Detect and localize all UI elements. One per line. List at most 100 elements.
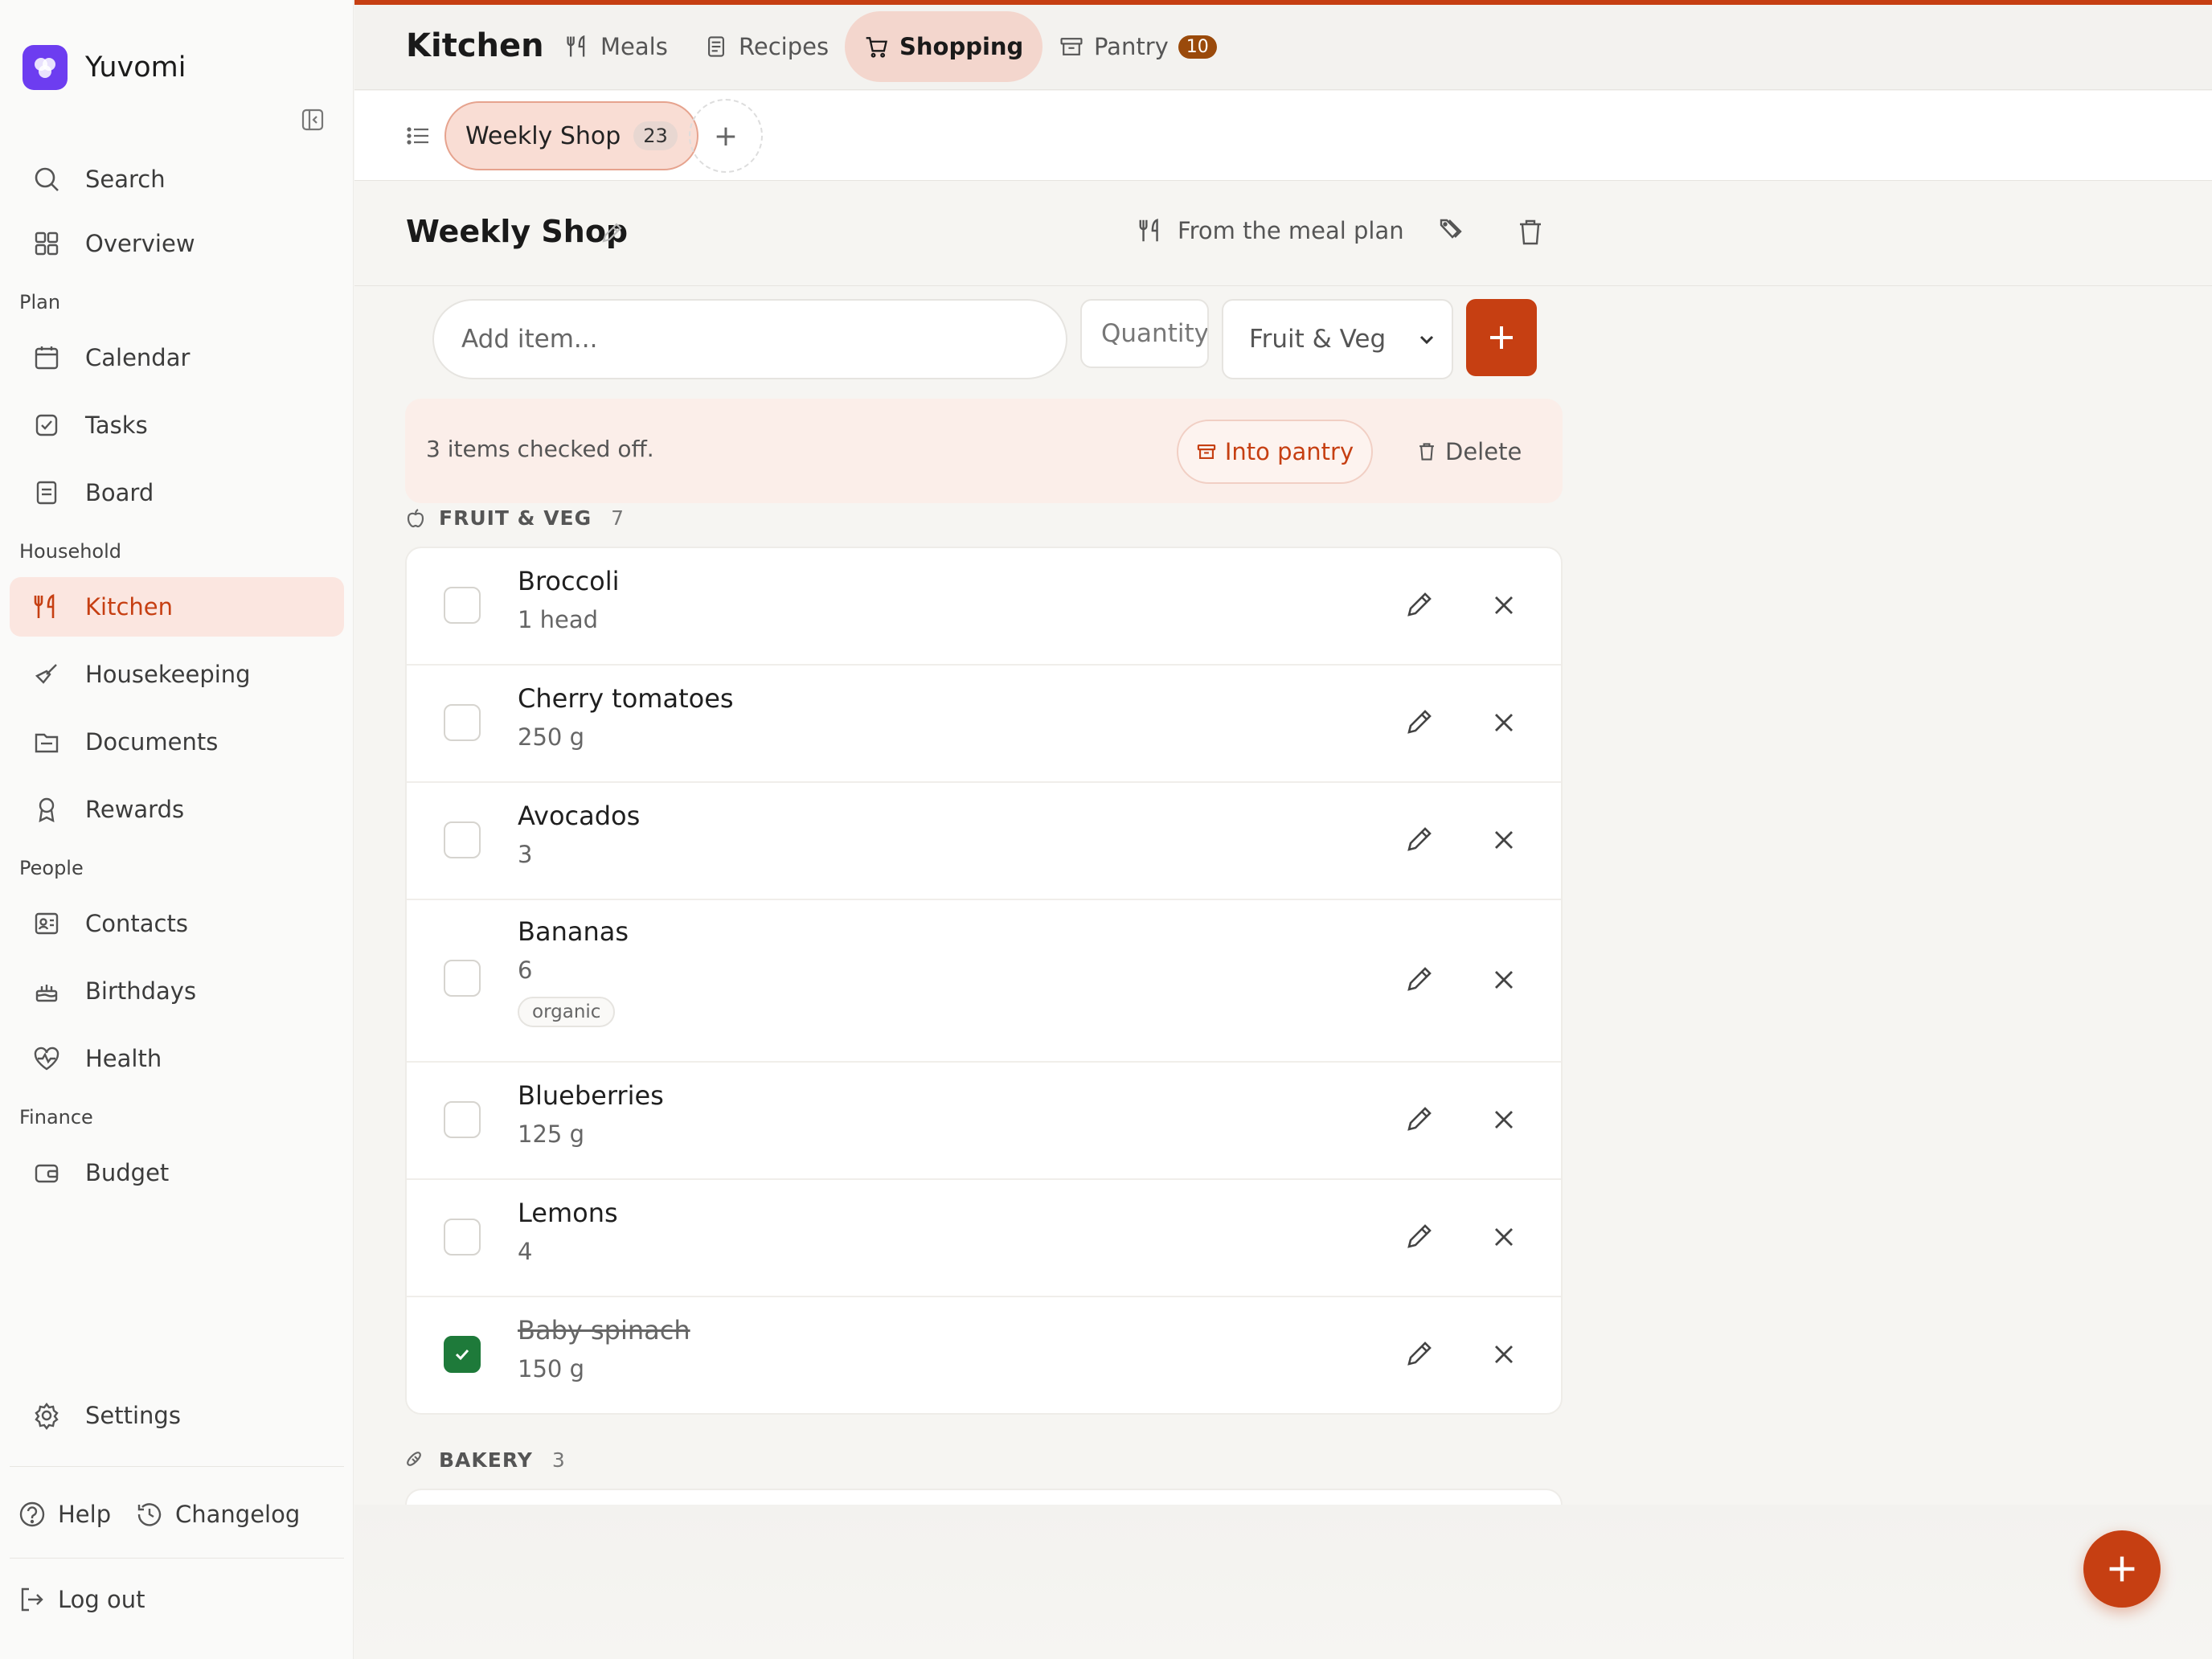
sidebar-item-label: Settings (85, 1402, 181, 1429)
tab-recipes[interactable]: Recipes (684, 11, 848, 82)
list-item[interactable]: Avocados 3 (407, 783, 1561, 900)
sidebar-item-health[interactable]: Health (10, 1029, 344, 1088)
list-title: Weekly Shop (406, 214, 629, 249)
category-select-value: Fruit & Veg (1249, 325, 1387, 354)
tab-pantry[interactable]: Pantry 10 (1039, 11, 1236, 82)
sidebar-item-label: Board (85, 479, 154, 506)
chevron-down-icon (1419, 335, 1434, 345)
sidebar-item-label: Rewards (85, 796, 185, 823)
item-checkbox[interactable] (444, 960, 481, 997)
trash-icon[interactable] (1515, 217, 1546, 248)
sidebar-item-label: Tasks (85, 412, 148, 439)
edit-pencil-icon[interactable] (1403, 1220, 1436, 1252)
sidebar-item-board[interactable]: Board (10, 463, 344, 522)
bakery-item-list (405, 1489, 1563, 1505)
list-item[interactable]: Broccoli 1 head (407, 548, 1561, 666)
edit-pencil-icon[interactable] (1403, 1103, 1436, 1135)
list-header: Weekly Shop From the meal plan (354, 182, 2212, 286)
edit-pencil-icon[interactable] (1403, 588, 1436, 621)
add-item-input[interactable]: Add item... (432, 299, 1067, 379)
category-count: 3 (551, 1448, 566, 1472)
sidebar-item-contacts[interactable]: Contacts (10, 894, 344, 953)
tab-shopping[interactable]: Shopping (845, 11, 1043, 82)
category-select[interactable]: Fruit & Veg (1222, 299, 1453, 379)
list-item[interactable]: Blueberries 125 g (407, 1063, 1561, 1180)
sidebar-divider (10, 1466, 344, 1467)
tab-label: Recipes (739, 33, 830, 60)
item-name: Blueberries (518, 1080, 664, 1111)
help-link[interactable]: Help (18, 1500, 111, 1529)
brand[interactable]: Yuvomi (23, 45, 186, 90)
item-checkbox[interactable] (444, 1101, 481, 1138)
edit-pencil-icon[interactable] (1403, 1337, 1436, 1370)
quantity-input[interactable]: Quantity (1080, 299, 1209, 368)
list-item[interactable]: Bananas 6 organic (407, 900, 1561, 1063)
tags-icon[interactable] (1438, 217, 1469, 248)
edit-pencil-icon[interactable] (1403, 706, 1436, 738)
tab-label: Pantry (1094, 33, 1169, 60)
award-icon (39, 797, 55, 823)
item-checkbox[interactable] (444, 1336, 481, 1373)
edit-pencil-icon[interactable] (1403, 963, 1436, 995)
sidebar-item-documents[interactable]: Documents (10, 712, 344, 772)
list-tab-weekly-shop[interactable]: Weekly Shop 23 (444, 101, 698, 170)
list-icon[interactable] (406, 123, 432, 149)
sidebar-item-settings[interactable]: Settings (10, 1386, 344, 1445)
remove-x-icon[interactable] (1490, 592, 1518, 619)
from-meal-plan-button[interactable]: From the meal plan (1137, 217, 1404, 244)
meal-plan-label: From the meal plan (1178, 217, 1404, 244)
sidebar-item-overview[interactable]: Overview (10, 214, 344, 273)
cart-icon (866, 37, 888, 58)
cake-icon (35, 985, 58, 1002)
sidebar-item-search[interactable]: Search (10, 150, 344, 209)
logout-label: Log out (58, 1586, 145, 1613)
archive-icon (1197, 444, 1216, 460)
item-list: Broccoli 1 head Cherry tomatoes 250 g Av… (405, 547, 1563, 1415)
item-checkbox[interactable] (444, 821, 481, 858)
help-label: Help (58, 1501, 112, 1528)
into-pantry-button[interactable]: Into pantry (1177, 420, 1373, 484)
item-name: Baby spinach (518, 1315, 690, 1346)
sidebar-item-housekeeping[interactable]: Housekeeping (10, 645, 344, 704)
document-icon (708, 36, 724, 57)
list-item[interactable]: Cherry tomatoes 250 g (407, 666, 1561, 783)
sidebar-item-label: Housekeeping (85, 661, 251, 688)
list-item[interactable]: Baby spinach 150 g (407, 1297, 1561, 1413)
item-checkbox[interactable] (444, 704, 481, 741)
logout-link[interactable]: Log out (18, 1585, 145, 1614)
remove-x-icon[interactable] (1490, 1223, 1518, 1251)
tab-meals[interactable]: Meals (546, 11, 687, 82)
rename-pencil-icon[interactable] (599, 220, 625, 246)
remove-x-icon[interactable] (1490, 966, 1518, 993)
edit-pencil-icon[interactable] (1403, 823, 1436, 855)
delete-checked-button[interactable]: Delete (1416, 420, 1522, 484)
remove-x-icon[interactable] (1490, 709, 1518, 736)
sidebar-item-kitchen[interactable]: Kitchen (10, 577, 344, 637)
item-checkbox[interactable] (444, 1219, 481, 1256)
item-quantity: 6 (518, 956, 533, 984)
sidebar-item-tasks[interactable]: Tasks (10, 395, 344, 455)
add-list-button[interactable]: + (689, 99, 763, 173)
floating-add-button[interactable] (2083, 1530, 2161, 1608)
item-quantity: 4 (518, 1238, 533, 1265)
sidebar-collapse-icon[interactable] (301, 108, 325, 132)
add-item-button[interactable] (1466, 299, 1537, 376)
sidebar-item-budget[interactable]: Budget (10, 1143, 344, 1202)
broom-icon (35, 664, 57, 684)
sidebar-item-calendar[interactable]: Calendar (10, 328, 344, 387)
sidebar-section-people: People (19, 857, 84, 879)
sidebar-item-birthdays[interactable]: Birthdays (10, 961, 344, 1021)
remove-x-icon[interactable] (1490, 826, 1518, 854)
remove-x-icon[interactable] (1490, 1106, 1518, 1133)
sidebar-item-rewards[interactable]: Rewards (10, 780, 344, 839)
item-checkbox[interactable] (444, 587, 481, 624)
gear-icon (35, 1403, 59, 1430)
folder-icon (35, 733, 59, 753)
sidebar-section-finance: Finance (19, 1106, 93, 1129)
remove-x-icon[interactable] (1490, 1341, 1518, 1368)
changelog-link[interactable]: Changelog (135, 1500, 300, 1529)
search-icon (35, 167, 59, 191)
item-quantity: 125 g (518, 1120, 584, 1148)
brand-name: Yuvomi (85, 51, 186, 84)
list-item[interactable]: Lemons 4 (407, 1180, 1561, 1297)
